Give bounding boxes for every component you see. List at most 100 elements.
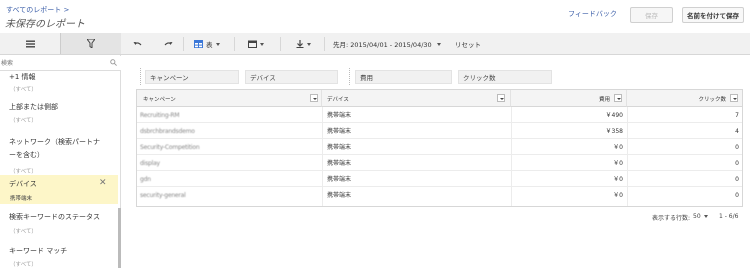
sidebar-item-value: 携帯端末: [10, 196, 33, 202]
row-dimension-chip[interactable]: キャンペーン: [145, 70, 239, 84]
redo-button[interactable]: [164, 33, 173, 55]
sidebar-scrollbar[interactable]: [118, 208, 121, 268]
sidebar-item-value: （すべて）: [10, 262, 37, 268]
column-header-label: デバイス: [327, 97, 349, 103]
divider: [324, 37, 325, 51]
filter-icon: [87, 39, 95, 48]
list-icon: [25, 40, 35, 47]
date-range-dropdown[interactable]: 先月: 2015/04/01 - 2015/04/30: [333, 33, 441, 55]
cell-clicks: 4: [735, 128, 739, 135]
feedback-link[interactable]: フィードバック: [568, 9, 617, 19]
cell-device: 携帯端末: [327, 160, 352, 167]
metric-chip[interactable]: クリック数: [458, 70, 552, 84]
save-as-button[interactable]: 名前を付けて保存: [682, 7, 744, 23]
save-button[interactable]: 保存: [630, 7, 673, 23]
sidebar-item-label: 検索キーワードのステータス: [9, 213, 100, 221]
chart-dropdown[interactable]: [248, 33, 264, 55]
sidebar-item-label: ネットワーク（検索パートナ: [9, 138, 100, 146]
table-row[interactable]: gdn 携帯端末 ￥0 0: [137, 172, 742, 187]
reset-button[interactable]: リセット: [455, 33, 481, 55]
sidebar-item-device[interactable]: デバイス 携帯端末 ✕: [0, 175, 118, 204]
sidebar-item-value: （すべて）: [10, 87, 37, 93]
sidebar-item-value: （すべて）: [10, 229, 37, 235]
cell-campaign: Recruiting-RM: [140, 112, 180, 119]
undo-icon: [133, 41, 142, 45]
table-row[interactable]: Security-Competition 携帯端末 ￥0 0: [137, 140, 742, 155]
sidebar-item-label: 上部または側部: [9, 103, 58, 111]
table-row[interactable]: dsbrchbrandsdemo 携帯端末 ￥358 4: [137, 124, 742, 139]
sidebar-item-position[interactable]: 上部または側部 （すべて）: [0, 100, 118, 128]
table-row[interactable]: security-general 携帯端末 ￥0 0: [137, 188, 742, 203]
cell-cost: ￥0: [613, 192, 623, 199]
column-header-label: 費用: [598, 97, 610, 103]
column-header-clicks[interactable]: クリック数: [627, 90, 742, 107]
chevron-down-icon: [307, 42, 311, 46]
chart-icon: [248, 40, 257, 48]
chevron-down-icon: [260, 42, 264, 46]
search-input[interactable]: [0, 56, 108, 70]
table-row[interactable]: display 携帯端末 ￥0 0: [137, 156, 742, 171]
toolbar: 表 先月: 2015/04/01 - 2015/04/30 リセット: [121, 33, 750, 55]
cell-clicks: 0: [735, 144, 739, 151]
cell-device: 携帯端末: [327, 192, 352, 199]
redo-icon: [164, 41, 173, 45]
breadcrumb[interactable]: すべてのレポート >: [6, 5, 69, 15]
table-row[interactable]: Recruiting-RM 携帯端末 ￥490 7: [137, 108, 742, 123]
cell-clicks: 0: [735, 176, 739, 183]
divider: [183, 37, 184, 51]
search-icon: [110, 59, 117, 66]
column-menu-button[interactable]: [310, 94, 318, 102]
column-header-label: キャンペーン: [143, 97, 176, 103]
cell-device: 携帯端末: [327, 112, 352, 119]
column-menu-button[interactable]: [730, 94, 738, 102]
divider: [234, 37, 235, 51]
remove-filter-icon[interactable]: ✕: [99, 178, 107, 188]
drag-handle[interactable]: [140, 68, 143, 85]
cell-cost: ￥490: [605, 112, 623, 119]
page-title: 未保存のレポート: [5, 19, 85, 30]
tab-filters[interactable]: [60, 33, 121, 54]
download-dropdown[interactable]: [296, 33, 311, 55]
cell-cost: ￥358: [605, 128, 623, 135]
sidebar-item-match-type[interactable]: キーワード マッチ （すべて）: [0, 241, 118, 268]
sidebar-item-label-line2: ーを含む）: [9, 151, 44, 159]
sidebar-search: [0, 56, 121, 71]
sidebar-item-label: キーワード マッチ: [9, 247, 68, 255]
cell-clicks: 7: [735, 112, 739, 119]
dimension-list: +1 情報 （すべて） 上部または側部 （すべて） ネットワーク（検索パートナ …: [0, 71, 118, 268]
date-range-label: 先月: 2015/04/01 - 2015/04/30: [333, 41, 432, 49]
report-editor: すべてのレポート > 未保存のレポート フィードバック 保存 名前を付けて保存: [0, 0, 750, 268]
cell-device: 携帯端末: [327, 128, 352, 135]
tab-columns[interactable]: [0, 33, 60, 54]
sidebar: +1 情報 （すべて） 上部または側部 （すべて） ネットワーク（検索パートナ …: [0, 33, 121, 268]
rows-per-page-select[interactable]: 50: [693, 213, 708, 220]
column-menu-button[interactable]: [497, 94, 505, 102]
cell-campaign: gdn: [140, 176, 151, 183]
sidebar-item-plus1[interactable]: +1 情報 （すべて）: [0, 71, 118, 96]
column-menu-button[interactable]: [614, 94, 622, 102]
sidebar-item-keyword-status[interactable]: 検索キーワードのステータス （すべて）: [0, 208, 118, 238]
cell-campaign: security-general: [140, 192, 186, 199]
row-dimension-chip[interactable]: デバイス: [245, 70, 338, 84]
sidebar-item-label: デバイス: [9, 180, 37, 188]
cell-cost: ￥0: [613, 144, 623, 151]
drag-handle[interactable]: [349, 68, 352, 85]
rows-per-page-label: 表示する行数:: [652, 215, 691, 222]
cell-campaign: dsbrchbrandsdemo: [140, 128, 195, 135]
column-header-campaign[interactable]: キャンペーン: [137, 90, 322, 107]
column-header-cost[interactable]: 費用: [511, 90, 627, 107]
metric-chip[interactable]: 費用: [355, 70, 452, 84]
cell-device: 携帯端末: [327, 176, 352, 183]
report-table: キャンペーン デバイス 費用 クリック数 Recruiting-RM 携帯端末 …: [136, 89, 743, 207]
cell-cost: ￥0: [613, 176, 623, 183]
cell-clicks: 0: [735, 160, 739, 167]
view-type-dropdown[interactable]: 表: [194, 33, 220, 55]
sidebar-item-label: +1 情報: [9, 73, 36, 81]
view-type-label: 表: [206, 41, 213, 49]
sidebar-item-value: （すべて）: [10, 118, 37, 124]
chevron-down-icon: [703, 215, 708, 218]
cell-device: 携帯端末: [327, 144, 352, 151]
undo-button[interactable]: [133, 33, 142, 55]
table-icon: [194, 40, 203, 48]
column-header-device[interactable]: デバイス: [322, 90, 511, 107]
